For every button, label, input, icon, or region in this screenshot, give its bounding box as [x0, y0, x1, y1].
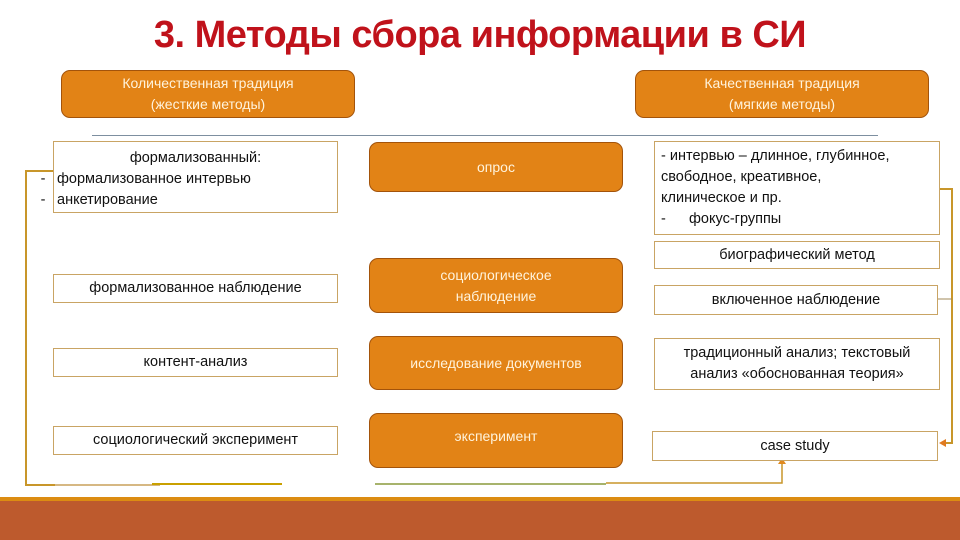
- content-analysis-box: контент-анализ: [53, 348, 338, 377]
- item-text: формализованное интервью: [57, 171, 251, 187]
- sociological-experiment-box: социологический эксперимент: [53, 426, 338, 455]
- qualitative-interview-box: - интервью – длинное, глубинное, свободн…: [654, 141, 940, 235]
- method-experiment: эксперимент: [369, 413, 623, 468]
- text-analysis-line2: анализ «обоснованная теория»: [690, 366, 904, 382]
- interview-line2: свободное, креативное,: [661, 169, 822, 185]
- focus-group-text: фокус-группы: [689, 211, 782, 227]
- footer-bar: [0, 501, 960, 540]
- case-study-bottom-connector: [606, 462, 783, 484]
- method-observation-line1: социологическое: [440, 266, 552, 283]
- biographical-method-box: биографический метод: [654, 241, 940, 269]
- formalized-survey-box: формализованный: - формализованное интер…: [41, 141, 338, 213]
- formalized-survey-heading: формализованный:: [129, 150, 262, 166]
- case-study-box: case study: [652, 431, 938, 461]
- text-analysis-line1: традиционный анализ; текстовый: [683, 345, 911, 361]
- method-observation: социологическое наблюдение: [369, 258, 623, 313]
- interview-line1: - интервью – длинное, глубинное,: [661, 148, 890, 164]
- text-analysis-box: традиционный анализ; текстовый анализ «о…: [654, 338, 940, 390]
- formalized-observation-box: формализованное наблюдение: [53, 274, 338, 303]
- focus-group-item: - фокус-группы: [661, 209, 781, 230]
- method-observation-line2: наблюдение: [455, 287, 537, 304]
- interview-line3: клиническое и пр.: [661, 190, 782, 206]
- right-bracket-connector: [940, 188, 953, 444]
- method-survey: опрос: [369, 142, 623, 192]
- arrow-left-icon: [939, 439, 946, 447]
- bullet: -: [661, 211, 666, 227]
- participant-observation-box: включенное наблюдение: [654, 285, 938, 315]
- left-bracket-connector: [25, 170, 55, 486]
- formalized-survey-item: - анкетирование: [41, 190, 337, 211]
- item-text: анкетирование: [57, 192, 158, 208]
- bullet: -: [40, 171, 46, 187]
- formalized-survey-item: - формализованное интервью: [41, 169, 337, 190]
- bullet: -: [40, 192, 46, 208]
- method-documents: исследование документов: [369, 336, 623, 390]
